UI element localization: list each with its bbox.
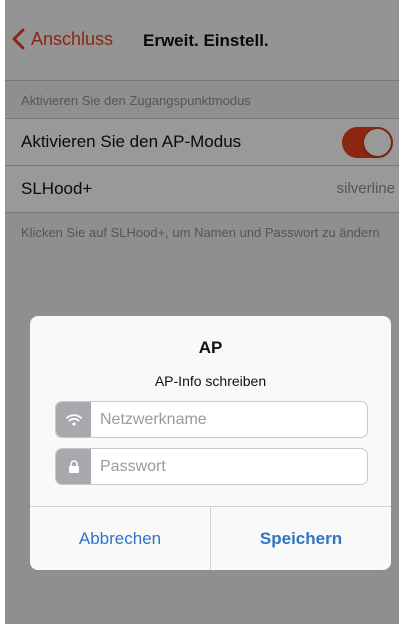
dialog-buttons: Abbrechen Speichern — [30, 506, 391, 570]
wifi-icon — [56, 402, 91, 437]
password-field — [55, 448, 368, 485]
dialog-title: AP — [198, 338, 223, 357]
settings-screen: Anschluss Erweit. Einstell. Aktivieren S… — [5, 0, 399, 624]
ap-dialog: AP AP-Info schreiben Abbreche — [30, 316, 391, 570]
lock-icon — [56, 449, 91, 484]
save-button[interactable]: Speichern — [210, 507, 391, 570]
password-input[interactable] — [100, 449, 360, 484]
dialog-message: AP-Info schreiben — [154, 373, 267, 389]
network-name-field — [55, 401, 368, 438]
cancel-button[interactable]: Abbrechen — [30, 507, 210, 570]
network-name-input[interactable] — [100, 402, 360, 437]
